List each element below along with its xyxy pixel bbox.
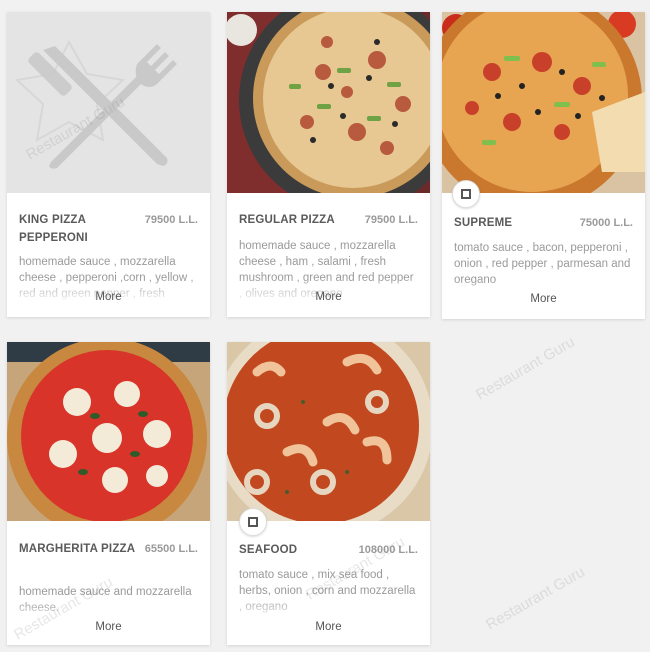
item-name: REGULAR PIZZA — [239, 214, 335, 226]
placeholder-image — [7, 12, 210, 193]
item-price: 79500 L.L. — [144, 214, 198, 226]
logo-icon — [248, 517, 258, 527]
more-button[interactable]: More — [227, 621, 430, 633]
item-price: 108000 L.L. — [358, 544, 418, 556]
logo-icon — [461, 189, 471, 199]
pizza-photo — [442, 12, 645, 193]
item-price: 75000 L.L. — [579, 217, 633, 229]
item-name: MARGHERITA PIZZA — [19, 543, 136, 555]
cutlery-icon — [14, 39, 177, 169]
item-price: 65500 L.L. — [144, 543, 198, 555]
watermark: Restaurant Guru — [473, 333, 578, 404]
menu-card[interactable]: SEAFOOD 108000 L.L. tomato sauce , mix s… — [227, 342, 430, 645]
watermark: Restaurant Guru — [483, 563, 588, 634]
menu-card[interactable]: MARGHERITA PIZZA 65500 L.L. homemade sau… — [7, 342, 210, 645]
more-button[interactable]: More — [7, 621, 210, 633]
item-name: SEAFOOD — [239, 544, 298, 556]
restaurant-logo-badge — [452, 180, 480, 208]
more-button[interactable]: More — [442, 293, 645, 305]
pizza-photo — [227, 342, 430, 521]
menu-card[interactable]: KING PIZZA PEPPERONI 79500 L.L. homemade… — [7, 12, 210, 317]
menu-card[interactable]: SUPREME 75000 L.L. tomato sauce , bacon,… — [442, 12, 645, 319]
item-name: KING PIZZA PEPPERONI — [19, 214, 88, 244]
more-button[interactable]: More — [227, 291, 430, 303]
restaurant-logo-badge — [239, 508, 267, 536]
pizza-photo — [7, 342, 210, 521]
menu-card[interactable]: REGULAR PIZZA 79500 L.L. homemade sauce … — [227, 12, 430, 317]
more-button[interactable]: More — [7, 291, 210, 303]
item-price: 79500 L.L. — [364, 214, 418, 226]
pizza-photo — [227, 12, 430, 193]
item-name: SUPREME — [454, 217, 513, 229]
